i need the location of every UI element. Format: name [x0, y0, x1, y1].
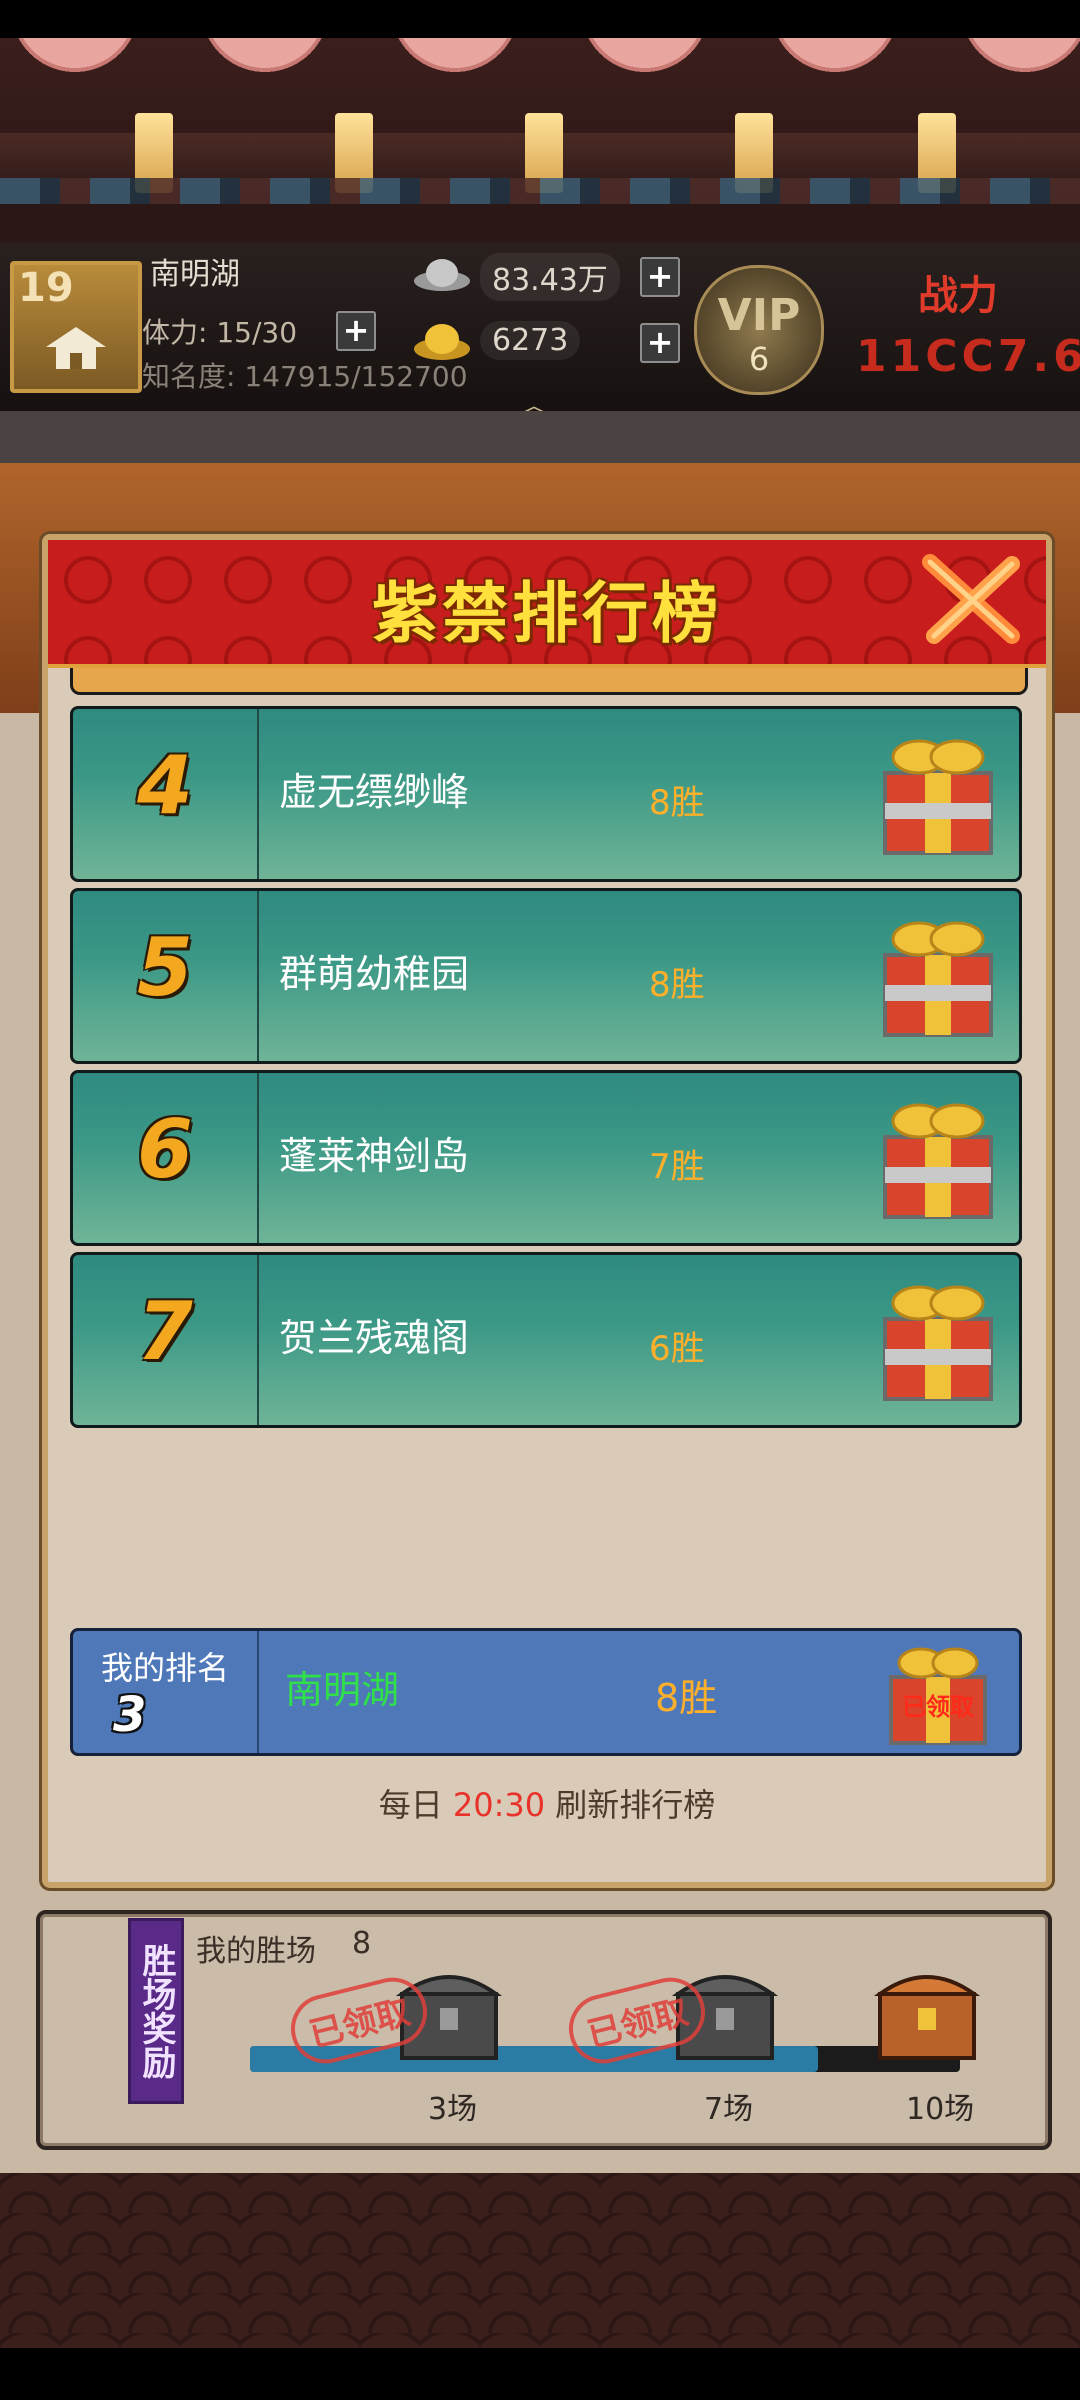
refresh-time: 20:30 [452, 1786, 546, 1824]
vip-level: 6 [748, 340, 770, 378]
my-rank-row[interactable]: 我的排名 3 南明湖 8胜 已领取 [70, 1628, 1022, 1756]
add-gold-button[interactable]: + [640, 323, 680, 363]
list-item[interactable]: 6 蓬莱神剑岛 7胜 [70, 1070, 1022, 1246]
vip-label: VIP [717, 290, 801, 341]
rank-number: 5 [137, 921, 193, 1014]
win-count: 8胜 [649, 783, 705, 823]
guild-name: 贺兰残魂阁 [279, 1316, 470, 1360]
refresh-suffix: 刷新排行榜 [555, 1786, 716, 1824]
win-reward-panel: 胜场奖励 我的胜场 8 已领取 3场 已领取 7场 10场 [36, 1910, 1052, 2150]
gold-amount: 6273 [480, 321, 581, 360]
vip-badge[interactable]: VIP 6 [694, 265, 824, 395]
rank-number: 4 [137, 739, 193, 832]
dialog-header: 紫禁排行榜 [48, 540, 1046, 668]
player-name: 南明湖 [150, 257, 240, 292]
guild-name: 蓬莱神剑岛 [279, 1134, 470, 1178]
list-item[interactable]: 4 虚无缥缈峰 8胜 [70, 706, 1022, 882]
avatar-level: 19 [18, 265, 74, 311]
house-icon [46, 327, 106, 369]
silver-amount: 83.43万 [480, 253, 620, 301]
gold-ingot-icon [414, 324, 470, 360]
my-guild-name: 南明湖 [285, 1668, 400, 1712]
ranking-dialog: 紫禁排行榜 4 虚无缥缈峰 8胜 5 群萌幼稚园 8胜 6 蓬莱神剑岛 7胜 7… [42, 534, 1052, 1888]
sub-bar [0, 411, 1080, 463]
claimed-gift-icon[interactable]: 已领取 [879, 1637, 997, 1749]
rank-number: 6 [137, 1103, 193, 1196]
gift-box-icon[interactable] [873, 909, 1003, 1043]
my-rank-label: 我的排名 [101, 1649, 230, 1687]
win-count: 7胜 [649, 1147, 705, 1187]
stamina-text: 体力: 15/30 [142, 316, 298, 349]
my-wins-label: 我的胜场 [196, 1934, 316, 1969]
gift-box-icon[interactable] [873, 1273, 1003, 1407]
reward-tag: 胜场奖励 [128, 1918, 184, 2104]
refresh-prefix: 每日 [378, 1786, 443, 1824]
list-item[interactable]: 5 群萌幼稚园 8胜 [70, 888, 1022, 1064]
my-win-count: 8胜 [655, 1676, 718, 1720]
gift-box-icon[interactable] [873, 1091, 1003, 1225]
gift-box-icon[interactable] [873, 727, 1003, 861]
milestone-label: 10场 [906, 2092, 975, 2127]
add-stamina-button[interactable]: + [336, 311, 376, 351]
win-count: 8胜 [649, 965, 705, 1005]
power-value: 11CC7.6 [856, 331, 1080, 382]
rank-number: 7 [137, 1285, 193, 1378]
list-item-partial [70, 668, 1028, 695]
my-wins-count: 8 [352, 1926, 372, 1961]
close-icon[interactable] [916, 550, 1026, 650]
list-item[interactable]: 7 贺兰残魂阁 6胜 [70, 1252, 1022, 1428]
navigation-bar [0, 2348, 1080, 2400]
player-header: 19 南明湖 体力: 15/30 + 知名度: 147915/152700 83… [0, 243, 1080, 423]
win-count: 6胜 [649, 1329, 705, 1369]
chest-icon[interactable] [872, 1964, 982, 2064]
roof-decoration [0, 38, 1080, 243]
dialog-title: 紫禁排行榜 [372, 575, 722, 652]
milestone-label: 3场 [428, 2092, 478, 2127]
avatar[interactable]: 19 [10, 261, 142, 393]
guild-name: 群萌幼稚园 [279, 952, 470, 996]
guild-name: 虚无缥缈峰 [279, 770, 470, 814]
refresh-note: 每日 20:30 刷新排行榜 [48, 1780, 1046, 1826]
status-bar [0, 0, 1080, 38]
milestone-label: 7场 [704, 2092, 754, 2127]
add-silver-button[interactable]: + [640, 257, 680, 297]
my-rank-number: 3 [113, 1687, 147, 1743]
gift-claimed-stamp: 已领取 [902, 1693, 974, 1721]
background-floor [0, 2173, 1080, 2348]
power-label: 战力 [918, 273, 998, 319]
silver-ingot-icon [414, 259, 470, 291]
